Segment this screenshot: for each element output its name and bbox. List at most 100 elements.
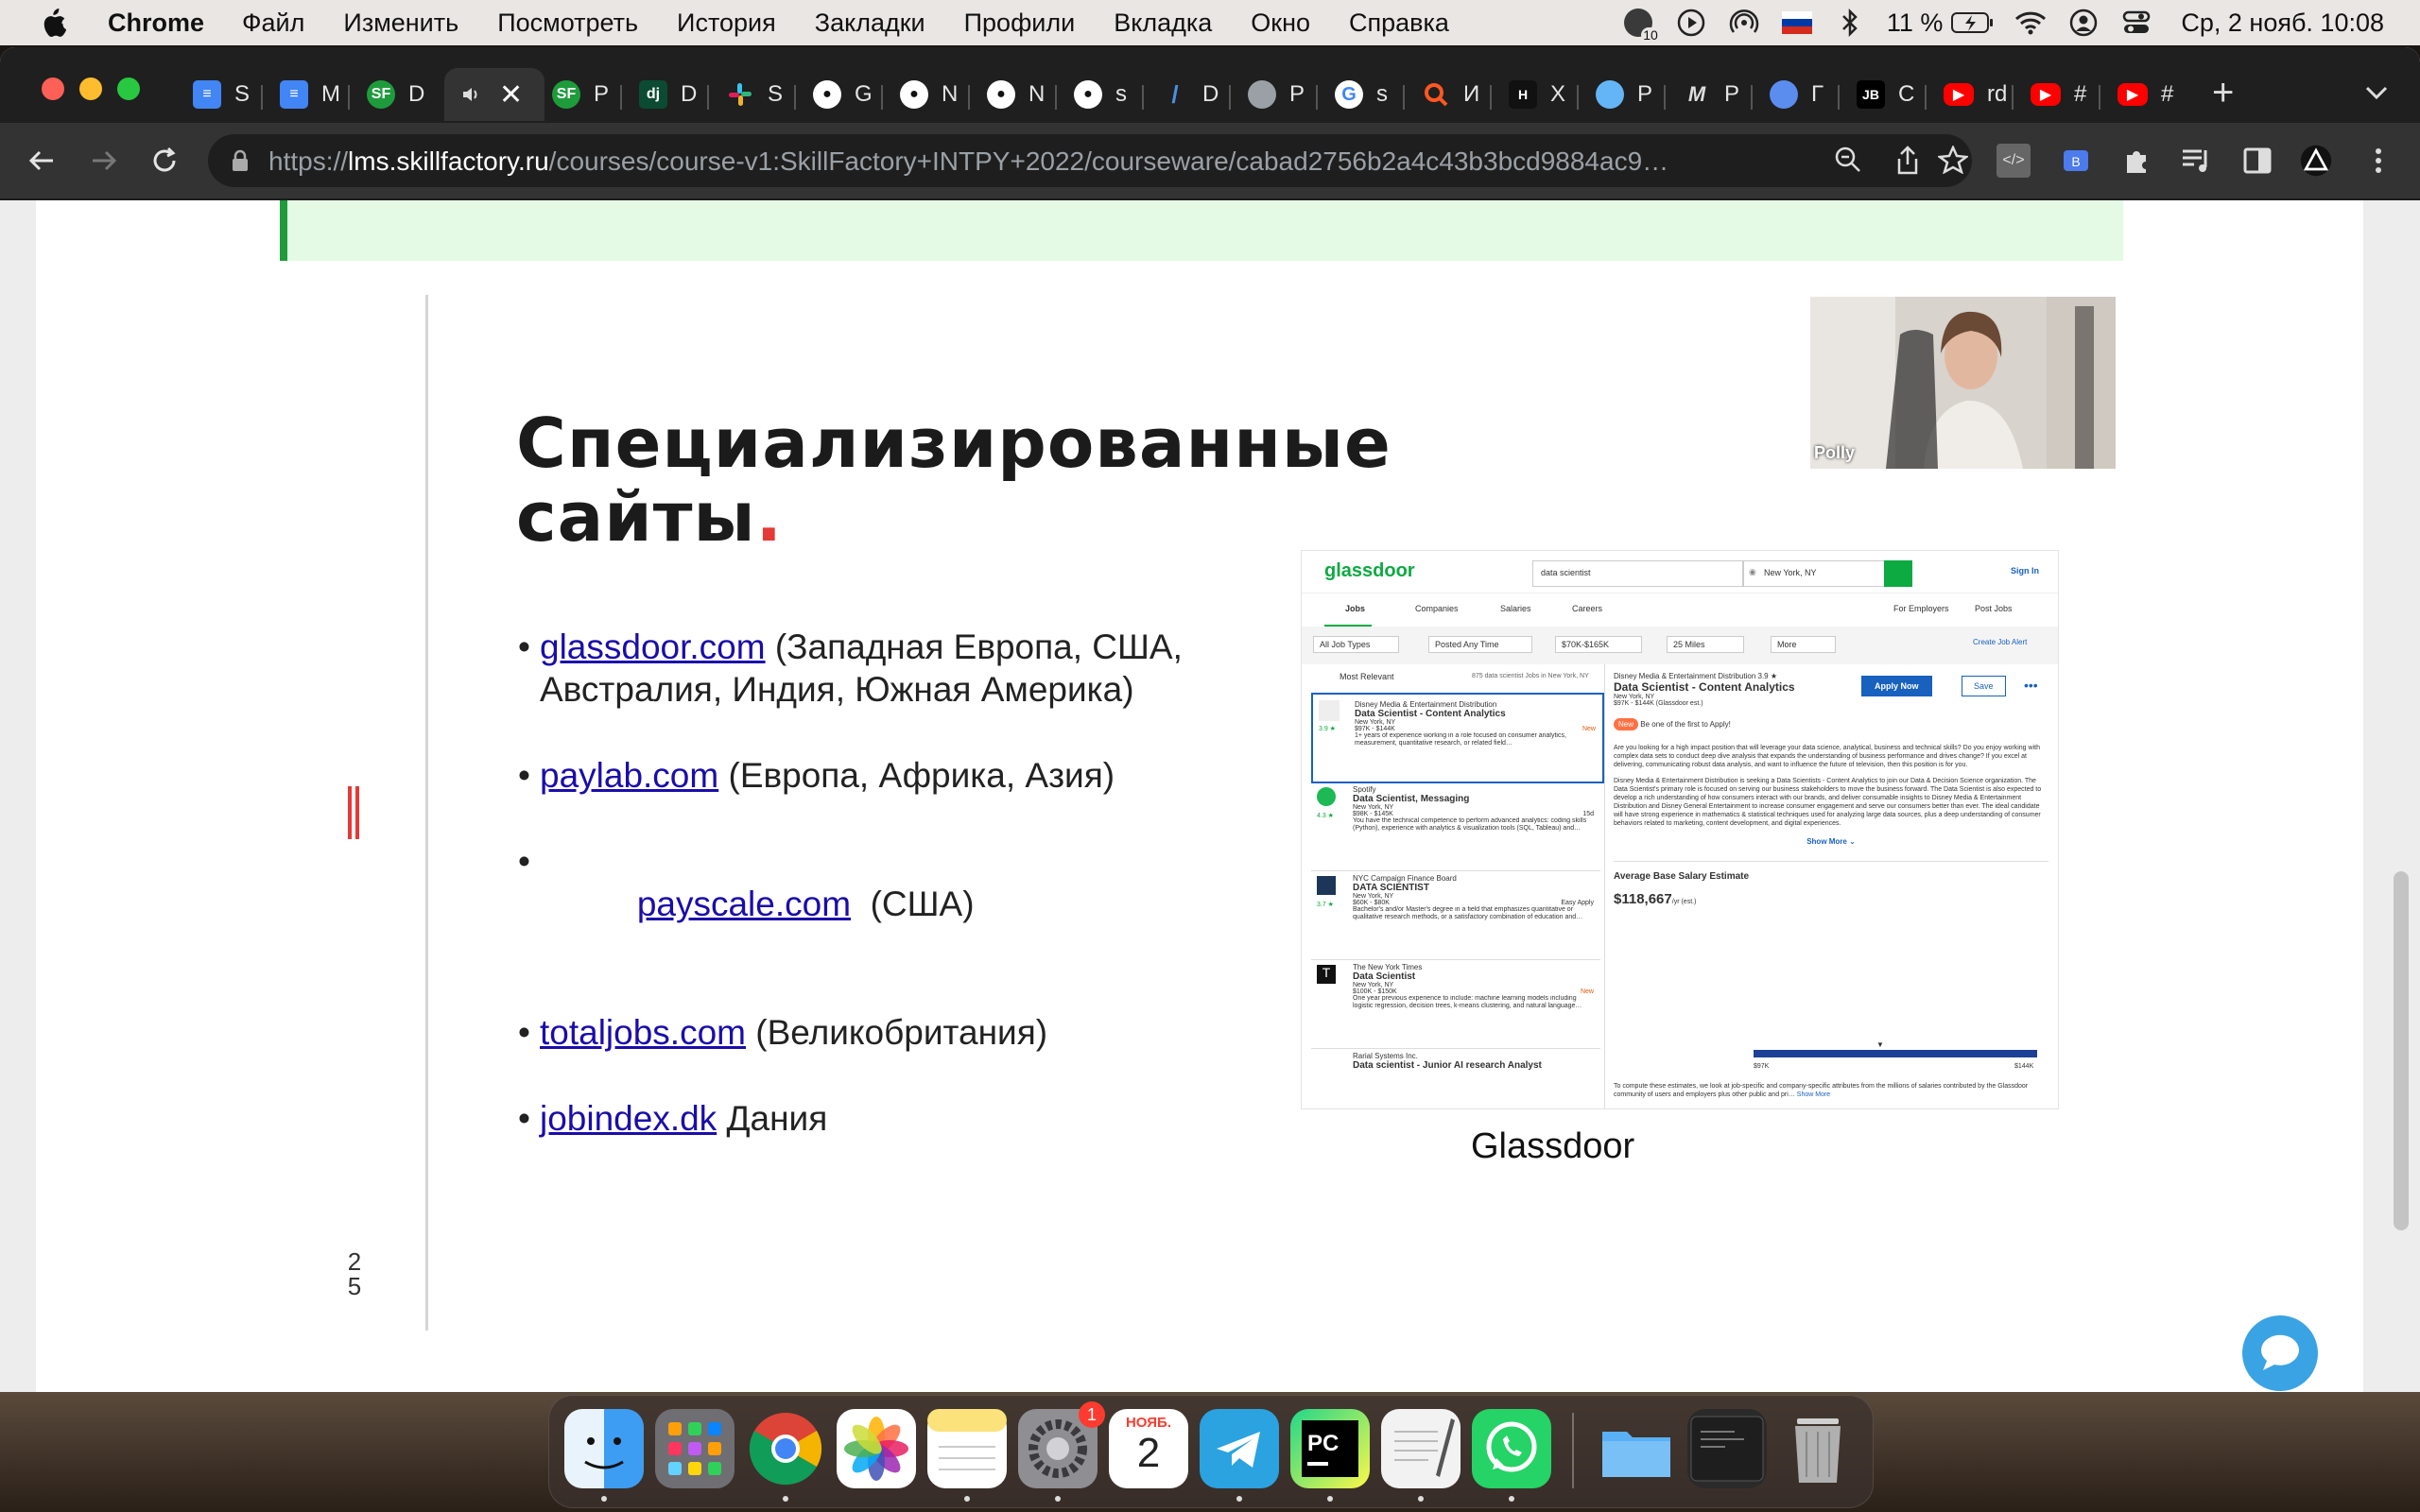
play-status-icon[interactable]: [1675, 7, 1707, 39]
tab-sun[interactable]: P: [1582, 68, 1669, 121]
tab-github-4[interactable]: ● s: [1061, 68, 1148, 121]
zoom-lens-icon[interactable]: [1834, 146, 1862, 179]
reload-icon[interactable]: [147, 144, 182, 178]
russian-flag-icon[interactable]: [1781, 7, 1813, 39]
menu-help[interactable]: Справка: [1349, 9, 1449, 38]
tab-google-docs-2[interactable]: ≡ M: [267, 68, 354, 121]
back-icon[interactable]: [25, 144, 59, 178]
minimize-window-button[interactable]: [79, 77, 102, 100]
notes-app-icon[interactable]: [927, 1409, 1007, 1488]
tab-slack[interactable]: S: [713, 68, 800, 121]
tab-youtube-1[interactable]: ▶ rd: [1930, 68, 2017, 121]
close-tab-icon[interactable]: ✕: [499, 78, 523, 112]
menu-file[interactable]: Файл: [242, 9, 304, 38]
tab-m[interactable]: M P: [1669, 68, 1756, 121]
salary-show-more: Show More: [1796, 1091, 1831, 1098]
zoom-window-button[interactable]: [117, 77, 140, 100]
paylab-link[interactable]: paylab.com: [540, 756, 718, 795]
menu-history[interactable]: История: [677, 9, 776, 38]
svg-text:PC: PC: [1307, 1431, 1339, 1456]
tab-title: Г: [1811, 81, 1824, 107]
forward-icon[interactable]: [87, 144, 121, 178]
menu-window[interactable]: Окно: [1251, 9, 1310, 38]
menu-tab[interactable]: Вкладка: [1114, 9, 1212, 38]
tab-separator: [968, 85, 970, 110]
speaker-icon[interactable]: [458, 80, 486, 109]
folder-icon[interactable]: [1597, 1409, 1676, 1488]
close-window-button[interactable]: [42, 77, 64, 100]
menu-clock[interactable]: Ср, 2 нояб. 10:08: [2181, 9, 2384, 38]
chrome-app-icon[interactable]: [746, 1409, 825, 1488]
create-job-alert: Create Job Alert: [1973, 638, 2028, 646]
tab-youtube-3[interactable]: ▶ #: [2104, 68, 2191, 121]
new-tab-button[interactable]: +: [2212, 74, 2234, 112]
tab-google-docs-1[interactable]: ≡ S: [180, 68, 267, 121]
tab-github-1[interactable]: ● G: [800, 68, 887, 121]
share-icon[interactable]: [1894, 146, 1921, 180]
apple-icon[interactable]: [40, 8, 68, 38]
tab-active-audio[interactable]: ✕: [444, 68, 544, 121]
tab-slash[interactable]: / D: [1148, 68, 1235, 121]
tab-compass[interactable]: Г: [1756, 68, 1843, 121]
launchpad-app-icon[interactable]: [655, 1409, 735, 1488]
glassdoor-link[interactable]: glassdoor.com: [540, 627, 766, 666]
show-more-link: Show More ⌄: [1806, 837, 1856, 846]
devtools-extension-icon[interactable]: </>: [1996, 144, 2031, 178]
tab-skillfactory-1[interactable]: SF D: [354, 68, 441, 121]
tab-search-orange[interactable]: И: [1409, 68, 1495, 121]
more-menu-icon[interactable]: [2361, 144, 2395, 178]
tab-globe[interactable]: P: [1235, 68, 1322, 121]
airdrop-status-icon[interactable]: [1728, 7, 1760, 39]
webcam-video[interactable]: Polly: [1810, 297, 2116, 469]
system-settings-app-icon[interactable]: 1: [1018, 1401, 1105, 1488]
totaljobs-link[interactable]: totaljobs.com: [540, 1013, 746, 1052]
menu-app-name[interactable]: Chrome: [108, 9, 204, 38]
tab-django[interactable]: dj D: [626, 68, 713, 121]
glassdoor-nav-employers: For Employers: [1893, 604, 1949, 613]
side-panel-icon[interactable]: [2240, 144, 2274, 178]
whatsapp-app-icon[interactable]: [1472, 1409, 1551, 1488]
tab-google[interactable]: G s: [1322, 68, 1409, 121]
tab-hh[interactable]: H X: [1495, 68, 1582, 121]
bluetooth-icon[interactable]: [1834, 7, 1866, 39]
extensions-puzzle-icon[interactable]: [2119, 144, 2153, 178]
menu-profiles[interactable]: Профили: [964, 9, 1076, 38]
terminal-window-icon[interactable]: [1687, 1409, 1767, 1488]
photos-app-icon[interactable]: [837, 1409, 916, 1488]
control-center-icon[interactable]: [2120, 7, 2152, 39]
user-account-icon[interactable]: [2067, 7, 2100, 39]
page-scrollbar[interactable]: [2394, 871, 2409, 1230]
svg-text:B: B: [2071, 154, 2080, 169]
address-bar[interactable]: https://lms.skillfactory.ru/courses/cour…: [208, 134, 1972, 187]
tab-github-3[interactable]: ● N: [974, 68, 1061, 121]
bookmark-star-icon[interactable]: [1936, 144, 1970, 179]
jobindex-link[interactable]: jobindex.dk: [540, 1099, 717, 1138]
battery-icon[interactable]: [1950, 7, 1994, 39]
tab-jb[interactable]: JB C: [1843, 68, 1930, 121]
wifi-icon[interactable]: [2014, 7, 2047, 39]
tab-github-2[interactable]: ● N: [887, 68, 974, 121]
chat-button[interactable]: [2242, 1315, 2318, 1391]
menu-edit[interactable]: Изменить: [343, 9, 458, 38]
url-text[interactable]: https://lms.skillfactory.ru/courses/cour…: [268, 146, 1819, 177]
hh-icon: H: [1509, 80, 1537, 109]
job-location: New York, NY: [1353, 893, 1394, 900]
translate-extension-icon[interactable]: B: [2059, 144, 2093, 178]
pycharm-app-icon[interactable]: PC: [1290, 1409, 1370, 1488]
media-control-icon[interactable]: [2180, 144, 2214, 178]
telegram-app-icon[interactable]: [1200, 1409, 1279, 1488]
trash-icon[interactable]: [1778, 1409, 1858, 1488]
notifications-status-icon[interactable]: 10: [1622, 7, 1660, 43]
tab-search-chevron-icon[interactable]: [2363, 83, 2390, 102]
tab-youtube-2[interactable]: ▶ #: [2017, 68, 2104, 121]
tab-skillfactory-2[interactable]: SF P: [539, 68, 626, 121]
calendar-app-icon[interactable]: НОЯБ. 2: [1109, 1409, 1188, 1488]
menu-bookmarks[interactable]: Закладки: [815, 9, 925, 38]
tab-separator: [1751, 85, 1753, 110]
finder-app-icon[interactable]: [564, 1409, 644, 1488]
menu-view[interactable]: Посмотреть: [497, 9, 638, 38]
payscale-link[interactable]: payscale.com: [637, 885, 851, 923]
lock-icon[interactable]: [231, 149, 250, 177]
textedit-app-icon[interactable]: [1381, 1409, 1461, 1488]
profile-avatar-icon[interactable]: [2299, 144, 2333, 178]
